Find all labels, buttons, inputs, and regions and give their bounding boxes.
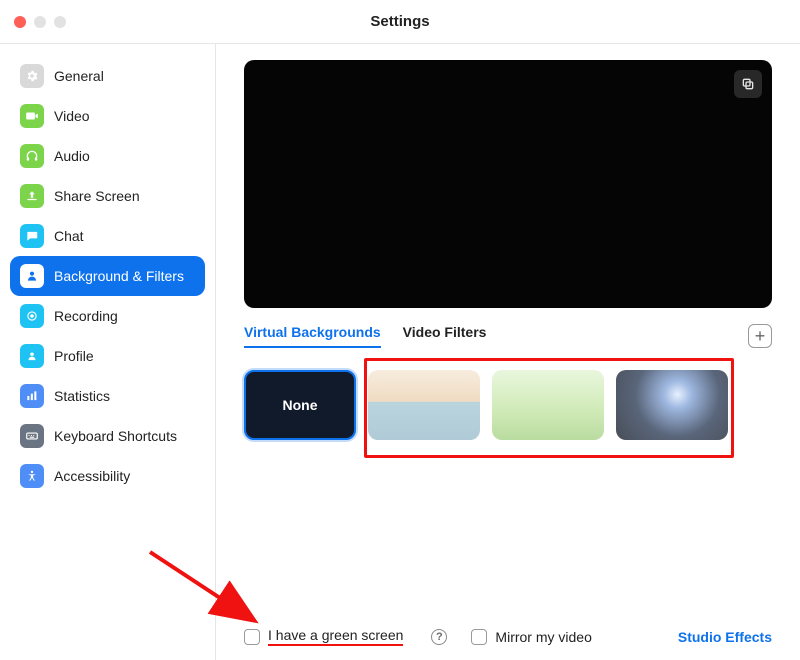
minimize-icon[interactable] [34, 16, 46, 28]
sidebar-item-accessibility[interactable]: Accessibility [10, 456, 205, 496]
add-background-button[interactable]: + [748, 324, 772, 348]
keyboard-icon [20, 424, 44, 448]
background-thumbnails: None [244, 366, 772, 458]
chat-icon [20, 224, 44, 248]
sidebar-item-label: Video [54, 109, 90, 123]
sidebar-item-chat[interactable]: Chat [10, 216, 205, 256]
studio-effects-link[interactable]: Studio Effects [678, 629, 772, 645]
main-panel: Virtual Backgrounds Video Filters + None… [216, 44, 800, 660]
headphones-icon [20, 144, 44, 168]
checkbox-icon [471, 629, 487, 645]
green-screen-label: I have a green screen [268, 627, 403, 646]
tab-video-filters[interactable]: Video Filters [403, 324, 487, 348]
mirror-video-checkbox[interactable]: Mirror my video [471, 629, 591, 645]
video-preview [244, 60, 772, 308]
sidebar-item-label: Share Screen [54, 189, 140, 203]
sidebar-item-video[interactable]: Video [10, 96, 205, 136]
sidebar-item-label: Audio [54, 149, 90, 163]
zoom-icon[interactable] [54, 16, 66, 28]
background-option-earth-space[interactable] [616, 370, 728, 440]
tabs: Virtual Backgrounds Video Filters [244, 324, 486, 348]
sidebar-item-label: Background & Filters [54, 269, 184, 283]
sidebar-item-label: Recording [54, 309, 118, 323]
person-icon [20, 264, 44, 288]
sidebar-item-audio[interactable]: Audio [10, 136, 205, 176]
background-option-grass[interactable] [492, 370, 604, 440]
sidebar: General Video Audio Share Screen Chat [0, 44, 216, 660]
sidebar-item-general[interactable]: General [10, 56, 205, 96]
sidebar-item-background-filters[interactable]: Background & Filters [10, 256, 205, 296]
help-icon[interactable]: ? [431, 629, 447, 645]
share-icon [20, 184, 44, 208]
titlebar: Settings [0, 0, 800, 44]
sidebar-item-profile[interactable]: Profile [10, 336, 205, 376]
checkbox-icon [244, 629, 260, 645]
sidebar-item-label: General [54, 69, 104, 83]
profile-icon [20, 344, 44, 368]
sidebar-item-label: Chat [54, 229, 84, 243]
accessibility-icon [20, 464, 44, 488]
record-icon [20, 304, 44, 328]
sidebar-item-share-screen[interactable]: Share Screen [10, 176, 205, 216]
green-screen-checkbox[interactable]: I have a green screen [244, 627, 403, 646]
tab-virtual-backgrounds[interactable]: Virtual Backgrounds [244, 324, 381, 348]
stats-icon [20, 384, 44, 408]
window-title: Settings [370, 13, 429, 30]
close-icon[interactable] [14, 16, 26, 28]
mirror-video-label: Mirror my video [495, 629, 591, 645]
sidebar-item-label: Keyboard Shortcuts [54, 429, 177, 443]
background-option-none[interactable]: None [244, 370, 356, 440]
background-option-golden-gate[interactable] [368, 370, 480, 440]
sidebar-item-recording[interactable]: Recording [10, 296, 205, 336]
sidebar-item-statistics[interactable]: Statistics [10, 376, 205, 416]
window-controls [14, 16, 66, 28]
sidebar-item-label: Statistics [54, 389, 110, 403]
rotate-button[interactable] [734, 70, 762, 98]
sidebar-item-label: Profile [54, 349, 94, 363]
sidebar-item-keyboard-shortcuts[interactable]: Keyboard Shortcuts [10, 416, 205, 456]
background-none-label: None [283, 397, 318, 413]
gear-icon [20, 64, 44, 88]
sidebar-item-label: Accessibility [54, 469, 130, 483]
bottom-bar: I have a green screen ? Mirror my video … [244, 621, 772, 646]
camera-icon [20, 104, 44, 128]
tabs-row: Virtual Backgrounds Video Filters + [244, 324, 772, 348]
